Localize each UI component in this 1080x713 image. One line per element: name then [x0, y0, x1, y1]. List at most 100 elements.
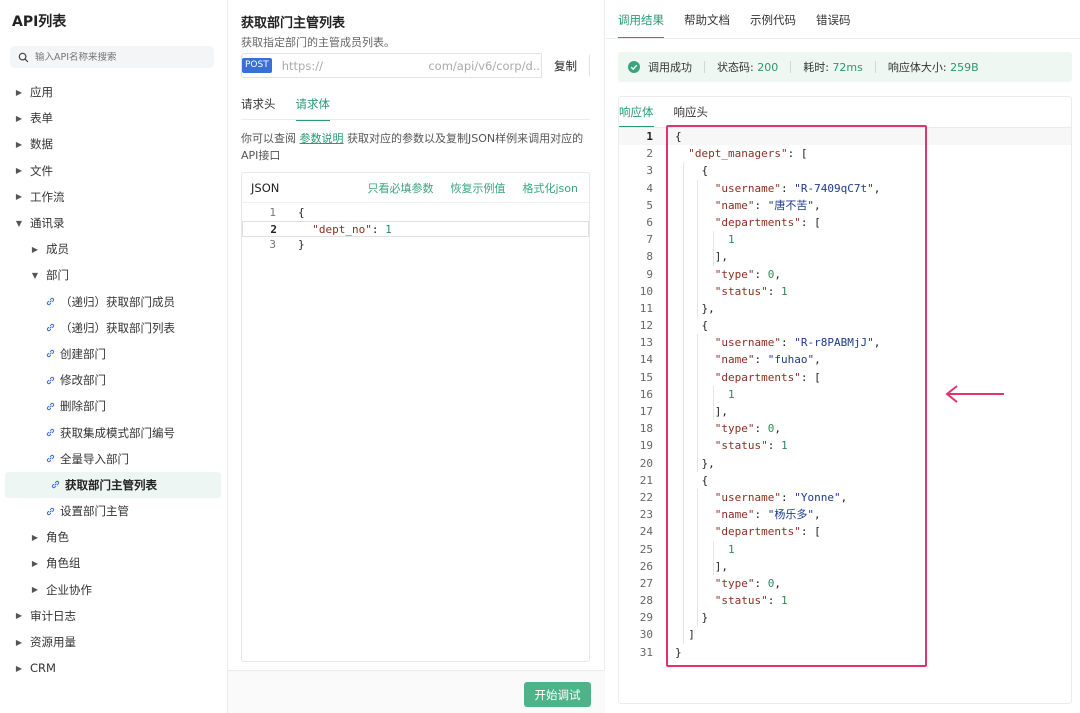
- tab-request-header[interactable]: 请求头: [241, 96, 276, 121]
- sidebar-item-label: 角色组: [46, 556, 81, 571]
- line-number: 23: [639, 508, 653, 522]
- line-number: 24: [639, 525, 653, 539]
- api-title: 获取部门主管列表: [241, 16, 346, 31]
- link-icon: [46, 324, 55, 332]
- sidebar-folder-item[interactable]: ▶ 企业协作: [0, 577, 227, 603]
- caret-right-icon: ▶: [15, 166, 23, 176]
- sidebar-item-label: 通讯录: [30, 216, 65, 231]
- line-number: 2: [646, 147, 653, 161]
- sidebar-folder-item[interactable]: ▶ 资源用量: [0, 629, 227, 655]
- line-number: 10: [639, 284, 653, 298]
- sidebar-api-item[interactable]: 获取部门主管列表: [5, 471, 221, 498]
- caret-down-icon: ▼: [31, 270, 39, 280]
- line-number: 21: [639, 473, 653, 487]
- sidebar-item-label: 成员: [46, 242, 69, 257]
- sidebar-item-label: 表单: [30, 111, 53, 126]
- tab-request-body[interactable]: 请求体: [295, 96, 330, 121]
- caret-right-icon: ▶: [15, 192, 23, 202]
- sidebar-item-label: 删除部门: [60, 399, 106, 414]
- format-json-button[interactable]: 格式化json: [523, 180, 579, 196]
- line-number: 25: [639, 542, 653, 556]
- time-label: 耗时:: [803, 61, 829, 74]
- line-number: 19: [639, 439, 653, 453]
- sidebar-api-item[interactable]: 删除部门: [0, 393, 227, 419]
- sidebar-api-item[interactable]: 设置部门主管: [0, 498, 227, 524]
- sidebar-folder-item[interactable]: ▶ 工作流: [0, 184, 227, 210]
- sidebar-api-item[interactable]: 全量导入部门: [0, 446, 227, 472]
- code-text: {: [298, 206, 305, 219]
- result-tabs: 调用结果 帮助文档 示例代码 错误码: [618, 12, 871, 39]
- url-start: https://: [281, 58, 323, 73]
- caret-right-icon: ▶: [31, 585, 39, 595]
- code-line-current: 2 "dept_no": 1: [242, 221, 589, 237]
- sidebar-item-label: 创建部门: [60, 346, 106, 361]
- tab-sample-code[interactable]: 示例代码: [750, 12, 796, 39]
- json-editor[interactable]: JSON 只看必填参数 恢复示例值 格式化json 1{ 2 "dept_no"…: [241, 172, 590, 662]
- sidebar-api-item[interactable]: （递归）获取部门列表: [0, 315, 227, 341]
- required-only-button[interactable]: 只看必填参数: [368, 180, 434, 196]
- sidebar-folder-item[interactable]: ▶ 角色组: [0, 550, 227, 576]
- caret-right-icon: ▶: [31, 558, 39, 568]
- tab-response-body[interactable]: 响应体: [619, 104, 654, 128]
- line-number: 30: [639, 628, 653, 642]
- sidebar-folder-item[interactable]: ▶ 审计日志: [0, 603, 227, 629]
- sidebar-item-label: （递归）获取部门列表: [60, 320, 175, 335]
- search-box[interactable]: [10, 46, 214, 68]
- link-icon: [46, 402, 55, 410]
- line-number: 7: [646, 233, 653, 247]
- line-number: 6: [646, 215, 653, 229]
- sidebar-folder-item[interactable]: ▶ 表单: [0, 105, 227, 131]
- caret-right-icon: ▶: [15, 87, 23, 97]
- request-tabs: 请求头 请求体: [241, 96, 350, 121]
- restore-example-button[interactable]: 恢复示例值: [451, 180, 506, 196]
- request-code[interactable]: 1{ 2 "dept_no": 1 3}: [242, 203, 589, 253]
- line-number: 11: [639, 301, 653, 315]
- caret-right-icon: ▶: [15, 663, 23, 673]
- tabs-divider: [606, 38, 1080, 39]
- line-number: 13: [639, 336, 653, 350]
- link-icon: [46, 350, 55, 358]
- sidebar-api-item[interactable]: 创建部门: [0, 341, 227, 367]
- api-tree: ▶ 应用 ▶ 表单 ▶ 数据 ▶ 文件 ▶ 工作流 ▼ 通讯录 ▶ 成员 ▼ 部门 （递归）获取部门成员 （递归）…: [0, 79, 227, 681]
- search-input[interactable]: [35, 51, 205, 63]
- sidebar-folder-item[interactable]: ▶ 成员: [0, 236, 227, 262]
- sidebar-folder-item[interactable]: ▶ 数据: [0, 131, 227, 157]
- copy-url-button[interactable]: 复制: [541, 53, 589, 78]
- link-icon: [46, 428, 55, 437]
- line-number: 18: [639, 422, 653, 436]
- sidebar-item-label: CRM: [30, 661, 56, 676]
- sidebar-folder-item[interactable]: ▶ CRM: [0, 655, 227, 681]
- param-doc-link[interactable]: 参数说明: [300, 132, 344, 145]
- sidebar-folder-item[interactable]: ▶ 角色: [0, 524, 227, 550]
- sidebar-folder-item[interactable]: ▶ 文件: [0, 158, 227, 184]
- sidebar-item-label: 工作流: [30, 189, 65, 204]
- request-panel: 获取部门主管列表 获取指定部门的主管成员列表。 POST https:// co…: [228, 0, 605, 713]
- sidebar-api-item[interactable]: 修改部门: [0, 367, 227, 393]
- api-sidebar: API列表 ▶ 应用 ▶ 表单 ▶ 数据 ▶ 文件 ▶ 工作流 ▼ 通讯录 ▶ 成员 ▼ 部门 （递归）获取部门…: [0, 0, 228, 713]
- link-icon: [46, 376, 55, 384]
- status-code-value: 200: [757, 60, 779, 74]
- sidebar-item-label: 角色: [46, 530, 69, 545]
- caret-down-icon: ▼: [15, 218, 23, 228]
- size-value: 259B: [950, 60, 979, 74]
- line-number: 5: [646, 198, 653, 212]
- sidebar-folder-item[interactable]: ▼ 通讯录: [0, 210, 227, 236]
- sidebar-folder-item[interactable]: ▶ 应用: [0, 79, 227, 105]
- time-value: 72ms: [832, 60, 863, 74]
- line-number: 15: [639, 370, 653, 384]
- start-debug-button[interactable]: 开始调试: [524, 682, 591, 707]
- tab-call-result[interactable]: 调用结果: [618, 12, 664, 39]
- tab-error-codes[interactable]: 错误码: [816, 12, 851, 39]
- param-description: 你可以查阅 参数说明 获取对应的参数以及复制JSON样例来调用对应的API接口: [241, 130, 596, 164]
- highlight-annotation-box: [666, 125, 927, 667]
- sidebar-item-label: 文件: [30, 163, 53, 178]
- sidebar-item-label: 部门: [46, 268, 69, 283]
- method-badge: POST: [242, 58, 272, 73]
- desc-prefix: 你可以查阅: [241, 132, 300, 145]
- sidebar-api-item[interactable]: （递归）获取部门成员: [0, 289, 227, 315]
- sidebar-folder-item[interactable]: ▼ 部门: [0, 262, 227, 288]
- sidebar-api-item[interactable]: 获取集成模式部门编号: [0, 419, 227, 445]
- tab-help-docs[interactable]: 帮助文档: [684, 12, 730, 39]
- line-number: 16: [639, 387, 653, 401]
- code-line: 3}: [269, 238, 305, 251]
